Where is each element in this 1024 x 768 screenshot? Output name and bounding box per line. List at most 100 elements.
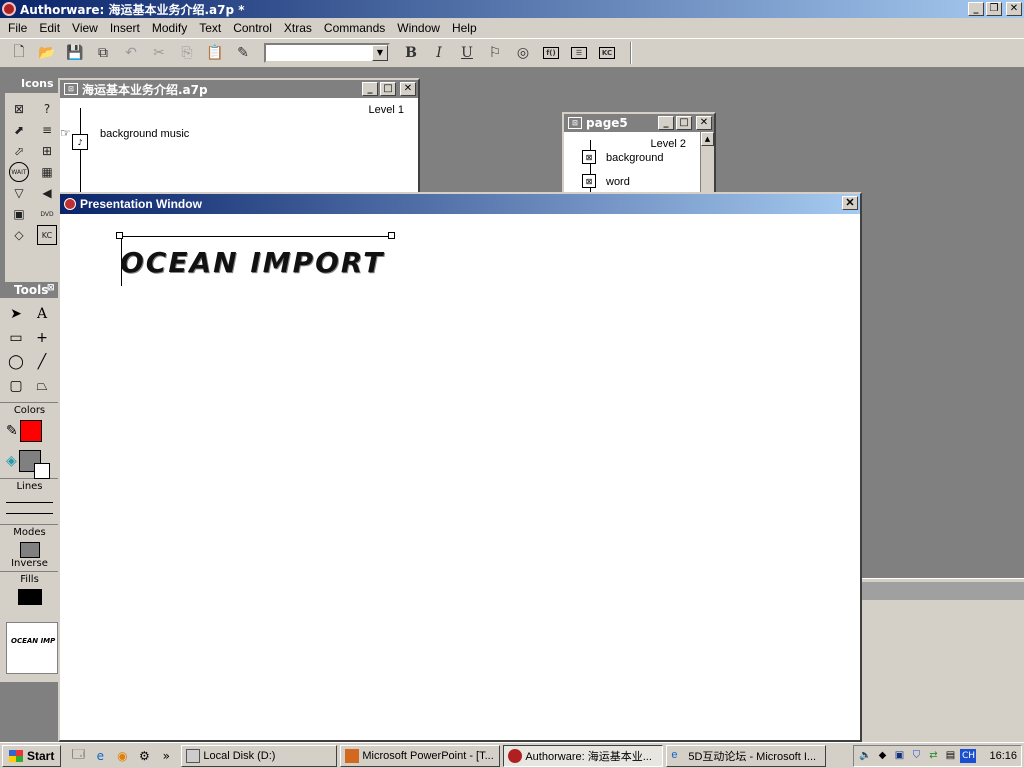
display-icon[interactable]: ⊠ <box>9 99 29 119</box>
import-icon[interactable]: ⧉ <box>92 42 114 64</box>
flow-item-label[interactable]: background <box>606 152 664 164</box>
line-tool-icon[interactable]: ╱ <box>30 352 54 372</box>
tray-app-icon[interactable]: ▣ <box>892 749 906 763</box>
movie-icon[interactable]: ▦ <box>37 162 57 182</box>
calculation-icon[interactable]: ≡ <box>37 120 57 140</box>
save-all-icon[interactable]: 💾 <box>64 42 86 64</box>
rounded-rect-tool-icon[interactable]: ▢ <box>4 376 28 396</box>
text-color-swatch[interactable] <box>19 420 42 442</box>
dvd-icon[interactable]: DVD <box>37 204 57 224</box>
crosshair-tool-icon[interactable]: + <box>30 328 54 348</box>
line-style-default[interactable] <box>6 513 53 514</box>
italic-button[interactable]: I <box>428 42 450 64</box>
media-player-icon[interactable]: ◉ <box>113 747 131 765</box>
taskbar: Start 🗔 e ◉ ⚙ » Local Disk (D:) Microsof… <box>0 742 1024 768</box>
tray-app-icon[interactable]: ◆ <box>875 749 889 763</box>
resize-handle-right[interactable] <box>388 232 395 239</box>
decision-icon[interactable]: ◇ <box>9 225 29 245</box>
paste-icon[interactable]: 📋 <box>204 42 226 64</box>
variables-icon[interactable]: ☰ <box>568 42 590 64</box>
map-icon[interactable]: ⊞ <box>37 141 57 161</box>
menu-edit[interactable]: Edit <box>33 21 66 35</box>
chevron-down-icon[interactable]: ▼ <box>372 45 388 61</box>
task-local-disk[interactable]: Local Disk (D:) <box>181 744 338 767</box>
start-button[interactable]: Start <box>2 744 62 767</box>
motion-icon[interactable]: ⬈ <box>9 120 29 140</box>
pointer-tool-icon[interactable]: ➤ <box>4 304 28 324</box>
task-authorware[interactable]: Authorware: 海运基本业... <box>503 744 664 767</box>
close-icon[interactable]: ✕ <box>696 116 712 130</box>
menu-help[interactable]: Help <box>446 21 483 35</box>
app-shortcut-icon[interactable]: ⚙ <box>135 747 153 765</box>
ocean-import-text[interactable]: OCEAN IMPORT <box>120 246 384 279</box>
tray-app-icon[interactable]: ▤ <box>943 749 957 763</box>
flow-item-label[interactable]: word <box>606 176 630 188</box>
minimize-icon[interactable]: _ <box>968 2 984 16</box>
sound-icon[interactable]: ◀ <box>37 183 57 203</box>
interaction-icon[interactable]: ? <box>37 99 57 119</box>
paint-bucket-icon: ◈ <box>6 453 17 469</box>
find-icon[interactable]: ✎ <box>232 42 254 64</box>
run-flag-icon[interactable]: ⚐ <box>484 42 506 64</box>
display-icon[interactable]: ⊠ <box>582 150 596 164</box>
menu-xtras[interactable]: Xtras <box>278 21 318 35</box>
menu-commands[interactable]: Commands <box>318 21 391 35</box>
text-tool[interactable]: A <box>30 304 54 324</box>
shield-icon[interactable]: ⛉ <box>909 749 923 763</box>
menu-modify[interactable]: Modify <box>146 21 193 35</box>
ellipse-tool-icon[interactable]: ◯ <box>4 352 28 372</box>
copy-icon[interactable]: ⎘ <box>176 42 198 64</box>
close-icon[interactable]: ✕ <box>842 196 858 210</box>
menu-text[interactable]: Text <box>193 21 227 35</box>
scrollbar[interactable]: ▲ <box>700 132 714 192</box>
fill-pattern-swatch[interactable] <box>17 589 42 605</box>
task-powerpoint[interactable]: Microsoft PowerPoint - [T... <box>340 744 501 767</box>
font-style-select[interactable]: ▼ <box>264 43 390 63</box>
restore-icon[interactable]: ❐ <box>986 2 1002 16</box>
minimize-icon[interactable]: _ <box>658 116 674 130</box>
cut-icon[interactable]: ✂ <box>148 42 170 64</box>
flow-item-label[interactable]: background music <box>100 128 189 140</box>
internet-explorer-icon[interactable]: e <box>91 747 109 765</box>
mode-icon[interactable] <box>19 542 40 558</box>
framework-icon[interactable]: ▣ <box>9 204 29 224</box>
polygon-tool-icon[interactable]: ⏢ <box>30 376 54 396</box>
maximize-icon[interactable]: □ <box>380 82 396 96</box>
navigate-icon[interactable]: ▽ <box>9 183 29 203</box>
close-icon[interactable]: ✕ <box>1006 2 1022 16</box>
show-desktop-icon[interactable]: 🗔 <box>69 747 87 765</box>
functions-icon[interactable]: f() <box>540 42 562 64</box>
background-color-swatch[interactable] <box>33 463 50 479</box>
network-icon[interactable]: ⇄ <box>926 749 940 763</box>
menu-insert[interactable]: Insert <box>104 21 146 35</box>
undo-icon[interactable]: ↶ <box>120 42 142 64</box>
underline-button[interactable]: U <box>456 42 478 64</box>
scroll-up-icon[interactable]: ▲ <box>701 132 714 146</box>
display-icon[interactable]: ⊠ <box>582 174 596 188</box>
fill-color-swatch[interactable] <box>18 450 50 479</box>
menu-window[interactable]: Window <box>391 21 446 35</box>
close-icon[interactable]: ⊠ <box>47 284 57 294</box>
minimize-icon[interactable]: _ <box>362 82 378 96</box>
bold-button[interactable]: B <box>400 42 422 64</box>
line-style-thin[interactable] <box>6 502 53 503</box>
chevron-right-icon[interactable]: » <box>157 747 175 765</box>
knowledge-object-icon[interactable]: KC <box>37 225 57 245</box>
control-panel-icon[interactable]: ◎ <box>512 42 534 64</box>
wait-icon[interactable]: WAIT <box>9 162 29 182</box>
maximize-icon[interactable]: □ <box>676 116 692 130</box>
thumbnail-text: OCEAN IMP <box>11 637 56 645</box>
sound-icon[interactable]: ♪ <box>72 134 88 150</box>
menu-control[interactable]: Control <box>227 21 278 35</box>
knowledge-objects-button[interactable]: KC <box>596 42 618 64</box>
new-file-icon[interactable]: 🗋 <box>8 42 30 64</box>
menu-view[interactable]: View <box>66 21 104 35</box>
volume-icon[interactable]: 🔈 <box>858 749 872 763</box>
rectangle-tool-icon[interactable]: ▭ <box>4 328 28 348</box>
task-forum[interactable]: e 5D互动论坛 - Microsoft I... <box>666 744 827 767</box>
open-file-icon[interactable]: 📂 <box>36 42 58 64</box>
erase-icon[interactable]: ⬀ <box>9 141 29 161</box>
close-icon[interactable]: ✕ <box>400 82 416 96</box>
language-indicator[interactable]: CH <box>960 748 977 763</box>
menu-file[interactable]: File <box>2 21 33 35</box>
